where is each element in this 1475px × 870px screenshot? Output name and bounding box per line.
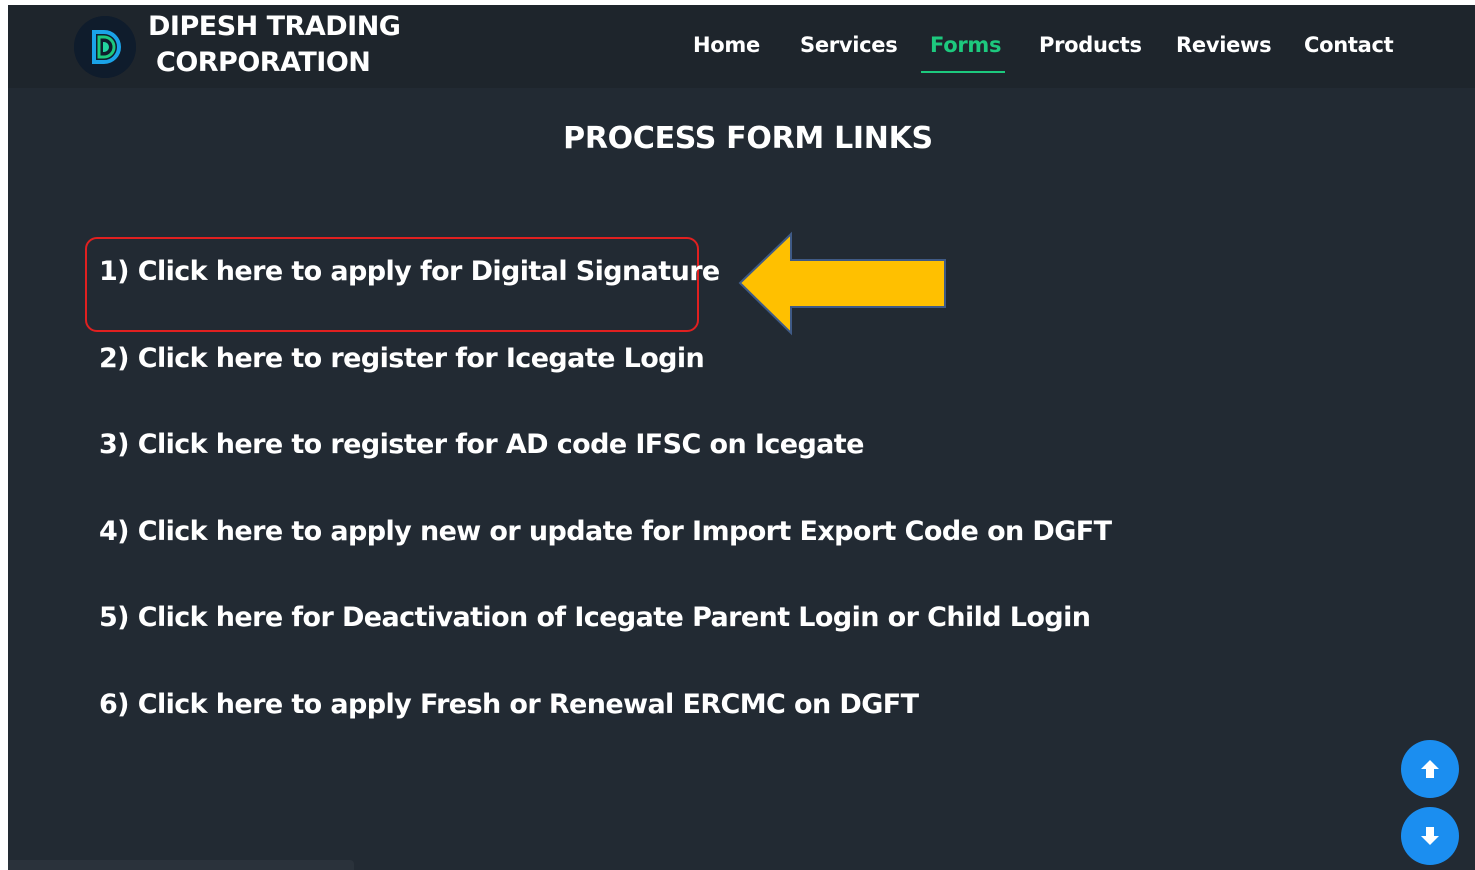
page-title: PROCESS FORM LINKS	[563, 121, 933, 156]
link-icegate-deactivation[interactable]: 5) Click here for Deactivation of Icegat…	[99, 602, 1091, 633]
nav-contact[interactable]: Contact	[1304, 33, 1394, 57]
arrow-up-icon	[1421, 760, 1439, 778]
scroll-up-button[interactable]	[1401, 740, 1459, 798]
left-arrow-icon	[738, 231, 946, 336]
browser-status-bar	[8, 860, 354, 870]
nav-forms[interactable]: Forms	[930, 33, 1001, 57]
main-nav: Home Services Forms Products Reviews Con…	[8, 33, 1475, 73]
link-icegate-login[interactable]: 2) Click here to register for Icegate Lo…	[99, 343, 705, 374]
nav-products[interactable]: Products	[1039, 33, 1142, 57]
page: DIPESH TRADING CORPORATION Home Services…	[8, 5, 1475, 870]
navbar: DIPESH TRADING CORPORATION Home Services…	[8, 5, 1475, 88]
active-nav-underline	[921, 71, 1005, 73]
scroll-down-button[interactable]	[1401, 807, 1459, 865]
nav-home[interactable]: Home	[693, 33, 760, 57]
nav-services[interactable]: Services	[800, 33, 898, 57]
arrow-down-icon	[1421, 827, 1439, 845]
link-digital-signature[interactable]: 1) Click here to apply for Digital Signa…	[99, 256, 720, 287]
link-ad-code-ifsc[interactable]: 3) Click here to register for AD code IF…	[99, 429, 864, 460]
link-import-export-code[interactable]: 4) Click here to apply new or update for…	[99, 516, 1112, 547]
nav-reviews[interactable]: Reviews	[1176, 33, 1272, 57]
link-ercmc[interactable]: 6) Click here to apply Fresh or Renewal …	[99, 689, 919, 720]
